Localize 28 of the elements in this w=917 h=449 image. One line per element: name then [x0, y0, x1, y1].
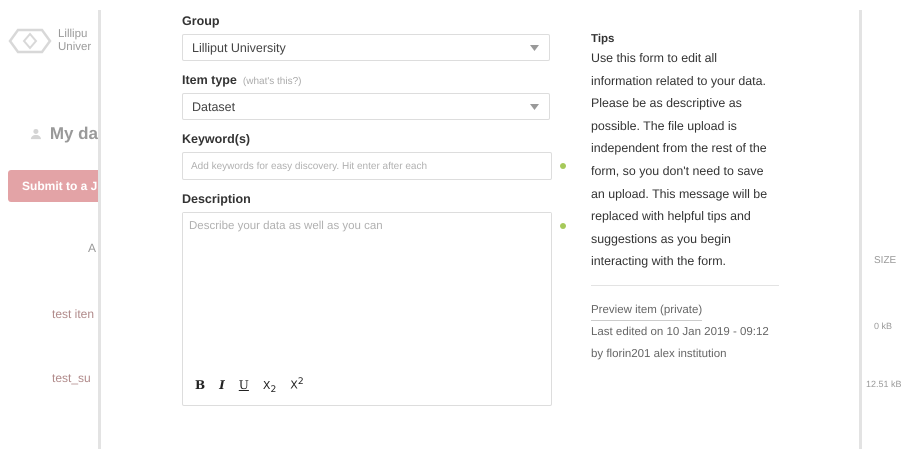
user-icon — [30, 127, 42, 141]
italic-button[interactable]: I — [219, 378, 225, 392]
logo-text: Univer — [58, 41, 92, 54]
subscript-button[interactable]: X$_{2}$ — [262, 378, 276, 395]
page-heading: My da — [50, 124, 98, 144]
bold-button[interactable]: B — [195, 378, 206, 392]
tips-text: Use this form to edit all information related to your data. Please be as descriptive as possible. The file upload is independent from the rest of the form, so you don't need to save an upload. This message will be replaced with helpful tips and suggestions as you begin interacting with the form. — [591, 50, 768, 270]
size-cell-text: 0 kB — [874, 321, 894, 331]
column-header: A — [88, 241, 98, 255]
logo-icon — [8, 28, 52, 54]
preview-link[interactable]: Preview item (private) — [591, 300, 702, 321]
last-edited-text: Last edited on 10 Jan 2019 - 09:12 by florin201 alex institution — [591, 324, 770, 362]
caret-icon — [530, 44, 539, 50]
input-field[interactable]: Add keywords for easy discovery. Hit enter after each — [182, 152, 552, 180]
field-label: Item type — [182, 73, 237, 87]
column-header: SIZE — [874, 255, 898, 266]
tips-heading: Tips — [591, 33, 616, 45]
field-label: Group — [182, 14, 220, 28]
field-label: Description — [182, 192, 251, 206]
superscript-button[interactable]: X$^{2}$ — [290, 376, 304, 392]
underline-button[interactable]: U — [238, 378, 249, 392]
caret-icon — [530, 104, 539, 110]
text-editor[interactable]: Describe your data as well as you can B I U X$_{2}$ X$^{2}$ — [182, 212, 552, 406]
size-cell-text: 12.51 kB — [866, 379, 903, 389]
dropdown[interactable]: Dataset — [182, 93, 550, 120]
logo-text: Lillipu — [58, 28, 88, 41]
field-label: Keyword(s) — [182, 132, 250, 146]
dropdown[interactable]: Lilliput University — [182, 34, 550, 61]
